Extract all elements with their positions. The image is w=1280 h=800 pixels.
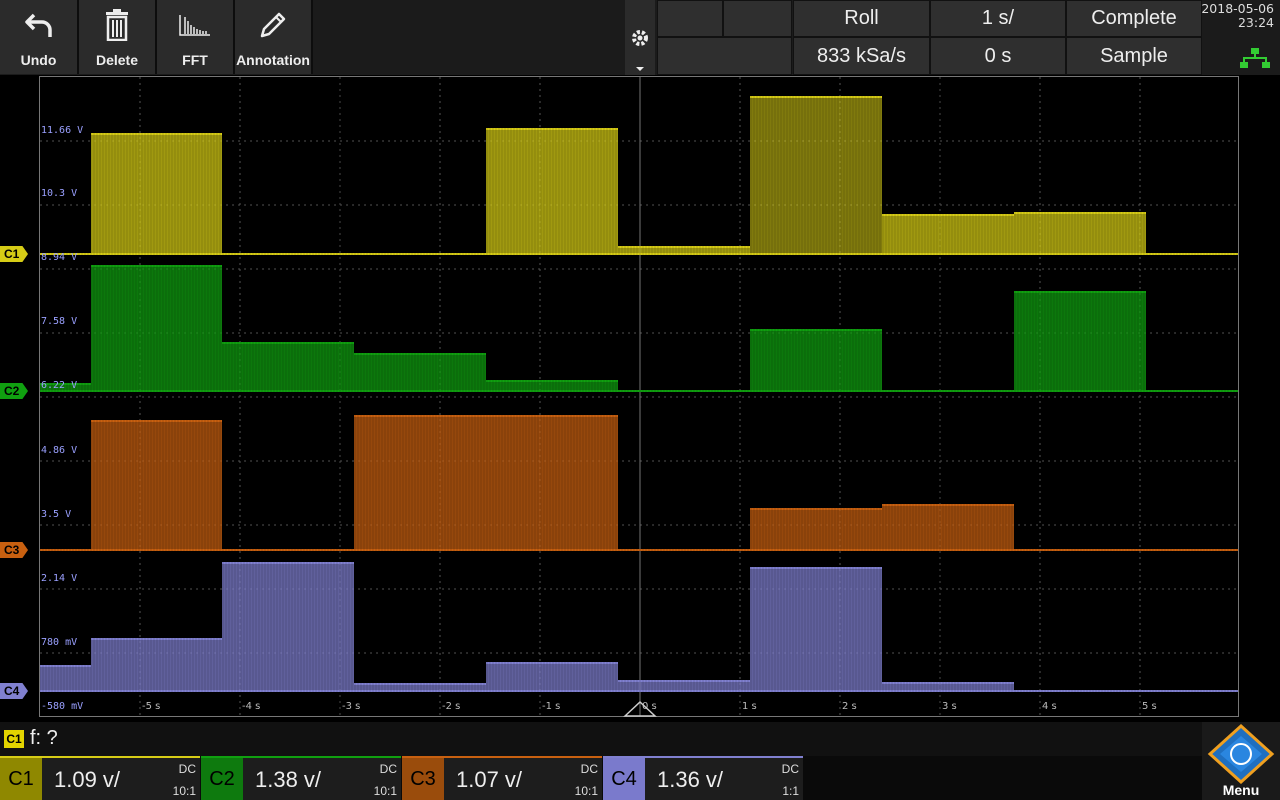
channel-c1-probe: 10:1 (172, 784, 196, 798)
waveform-svg (40, 77, 1238, 716)
acq-status[interactable]: Complete (1066, 0, 1202, 37)
channel-c3-scale: 1.07 v/ (456, 767, 523, 792)
blank-cell-1[interactable] (657, 0, 723, 37)
rs-logo-icon (1207, 723, 1275, 785)
annotation-label: Annotation (236, 52, 310, 68)
time-label: -5 s (142, 701, 161, 712)
time-label: 3 s (942, 701, 957, 712)
datetime: 2018-05-06 23:24 (1201, 2, 1274, 30)
c2-burst (91, 266, 222, 391)
c2-marker[interactable]: C2 (0, 383, 28, 399)
c3-marker[interactable]: C3 (0, 542, 28, 558)
channel-c3-coupling: DC (580, 762, 598, 776)
c4-burst (40, 666, 91, 691)
voltage-label: 780 mV (41, 637, 78, 648)
time-label: -4 s (242, 701, 261, 712)
time-scale[interactable]: 1 s/ (930, 0, 1066, 37)
undo-arrow-icon (0, 8, 77, 42)
fft-label: FFT (182, 52, 208, 68)
time-label: 4 s (1042, 701, 1057, 712)
time-label: 5 s (1142, 701, 1157, 712)
channel-c2-tag: C2 (201, 758, 243, 800)
annotation-button[interactable]: Annotation (235, 0, 313, 74)
delete-button[interactable]: Delete (79, 0, 157, 74)
channel-c1-box[interactable]: C1 1.09 v/ DC 10:1 (0, 756, 200, 800)
time-offset[interactable]: 0 s (930, 37, 1066, 75)
channel-c3-box[interactable]: C3 1.07 v/ DC 10:1 (402, 756, 602, 800)
measurement-bar: C1 f: ? (0, 722, 1280, 756)
date-text: 2018-05-06 (1201, 1, 1274, 16)
network-icon (1240, 48, 1270, 73)
pencil-icon (235, 8, 311, 42)
measurement-channel-badge[interactable]: C1 (4, 730, 24, 748)
c4-marker[interactable]: C4 (0, 683, 28, 699)
c1-burst (91, 134, 222, 254)
time-text: 23:24 (1237, 15, 1274, 30)
channel-c1-coupling: DC (178, 762, 196, 776)
menu-label: Menu (1222, 782, 1260, 798)
undo-button[interactable]: Undo (0, 0, 79, 74)
trash-icon (79, 8, 155, 42)
voltage-label: 3.5 V (41, 509, 72, 520)
voltage-label: -580 mV (41, 701, 84, 712)
channel-c4-tag: C4 (603, 758, 645, 800)
voltage-label: 11.66 V (41, 125, 84, 136)
waveform-display[interactable] (39, 76, 1239, 717)
channel-c2-box[interactable]: C2 1.38 v/ DC 10:1 (201, 756, 401, 800)
voltage-label: 7.58 V (41, 316, 78, 327)
acq-type[interactable]: Sample (1066, 37, 1202, 75)
time-label: -2 s (442, 701, 461, 712)
gear-icon (632, 30, 648, 71)
trigger-position-icon[interactable] (623, 700, 657, 723)
voltage-label: 6.22 V (41, 380, 78, 391)
channel-bar: C1 1.09 v/ DC 10:1 C2 1.38 v/ DC 10:1 C3… (0, 756, 1280, 800)
blank-cell-3[interactable] (657, 37, 792, 75)
channel-c3-probe: 10:1 (574, 784, 598, 798)
sample-rate[interactable]: 833 kSa/s (793, 37, 930, 75)
settings-button[interactable] (625, 0, 655, 75)
channel-c2-coupling: DC (379, 762, 397, 776)
voltage-label: 10.3 V (41, 188, 78, 199)
blank-cell-2[interactable] (723, 0, 792, 37)
toolbar: Undo Delete FFT Annotation Roll 1 s/ Com… (0, 0, 1280, 75)
channel-c1-scale: 1.09 v/ (54, 767, 121, 792)
time-label: -3 s (342, 701, 361, 712)
channel-c2-probe: 10:1 (373, 784, 397, 798)
channel-c4-box[interactable]: C4 1.36 v/ DC 1:1 (603, 756, 803, 800)
undo-label: Undo (20, 52, 57, 68)
channel-c4-scale: 1.36 v/ (657, 767, 724, 792)
channel-c4-probe: 1:1 (782, 784, 799, 798)
voltage-label: 8.94 V (41, 252, 78, 263)
fft-spectrum-icon (157, 8, 233, 42)
channel-c2-scale: 1.38 v/ (255, 767, 322, 792)
mode-roll[interactable]: Roll (793, 0, 930, 37)
channel-c4-coupling: DC (781, 762, 799, 776)
channel-c3-tag: C3 (402, 758, 444, 800)
delete-label: Delete (95, 52, 139, 68)
c3-burst (91, 421, 222, 550)
fft-button[interactable]: FFT (157, 0, 235, 74)
voltage-label: 4.86 V (41, 445, 78, 456)
channel-c1-tag: C1 (0, 758, 42, 800)
time-label: 1 s (742, 701, 757, 712)
voltage-label: 2.14 V (41, 573, 78, 584)
time-label: 2 s (842, 701, 857, 712)
time-label: -1 s (542, 701, 561, 712)
menu-button[interactable]: Menu (1202, 722, 1280, 800)
measurement-text[interactable]: f: ? (30, 727, 58, 750)
c4-burst (91, 639, 222, 691)
c1-marker[interactable]: C1 (0, 246, 28, 262)
